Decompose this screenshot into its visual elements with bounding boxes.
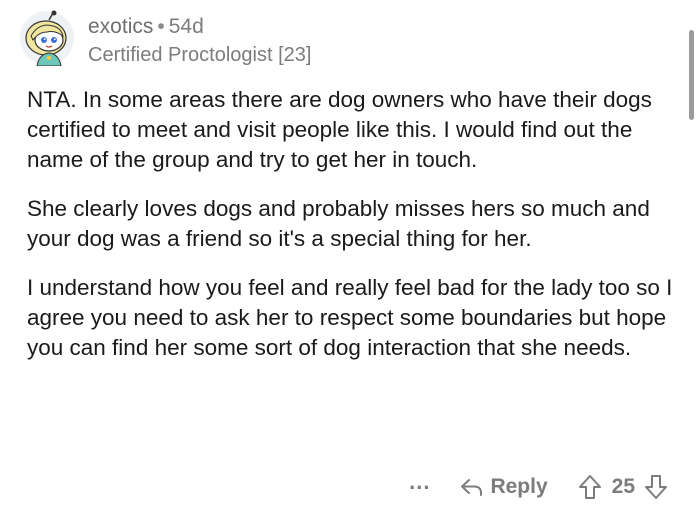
vote-score: 25 — [611, 475, 635, 498]
scrollbar-thumb[interactable] — [689, 30, 694, 120]
more-options-button[interactable]: ... — [409, 469, 430, 495]
downvote-arrow-icon[interactable] — [644, 474, 668, 500]
meta-separator: • — [157, 15, 165, 38]
upvote-arrow-icon[interactable] — [578, 474, 602, 500]
comment-paragraph: I understand how you feel and really fee… — [27, 275, 673, 360]
reply-label: Reply — [490, 475, 548, 498]
comment-header: exotics • 54d Certified Proctologist [23] — [88, 14, 648, 68]
snoo-avatar-icon — [20, 10, 74, 67]
comment-paragraph: NTA. In some areas there are dog owners … — [27, 87, 652, 172]
comment-paragraph: She clearly loves dogs and probably miss… — [27, 196, 650, 251]
comment-action-bar: ... Reply 25 — [409, 469, 668, 504]
user-flair: Certified Proctologist [23] — [88, 44, 312, 66]
comment-body: NTA. In some areas there are dog owners … — [27, 85, 682, 382]
comment-age: 54d — [168, 15, 204, 38]
reply-arrow-icon — [461, 479, 483, 496]
vote-controls: 25 — [578, 474, 668, 500]
comment-meta: exotics • 54d — [88, 14, 648, 40]
username-link[interactable]: exotics — [88, 15, 153, 38]
avatar[interactable] — [19, 10, 75, 67]
reply-button[interactable]: Reply — [460, 475, 548, 499]
